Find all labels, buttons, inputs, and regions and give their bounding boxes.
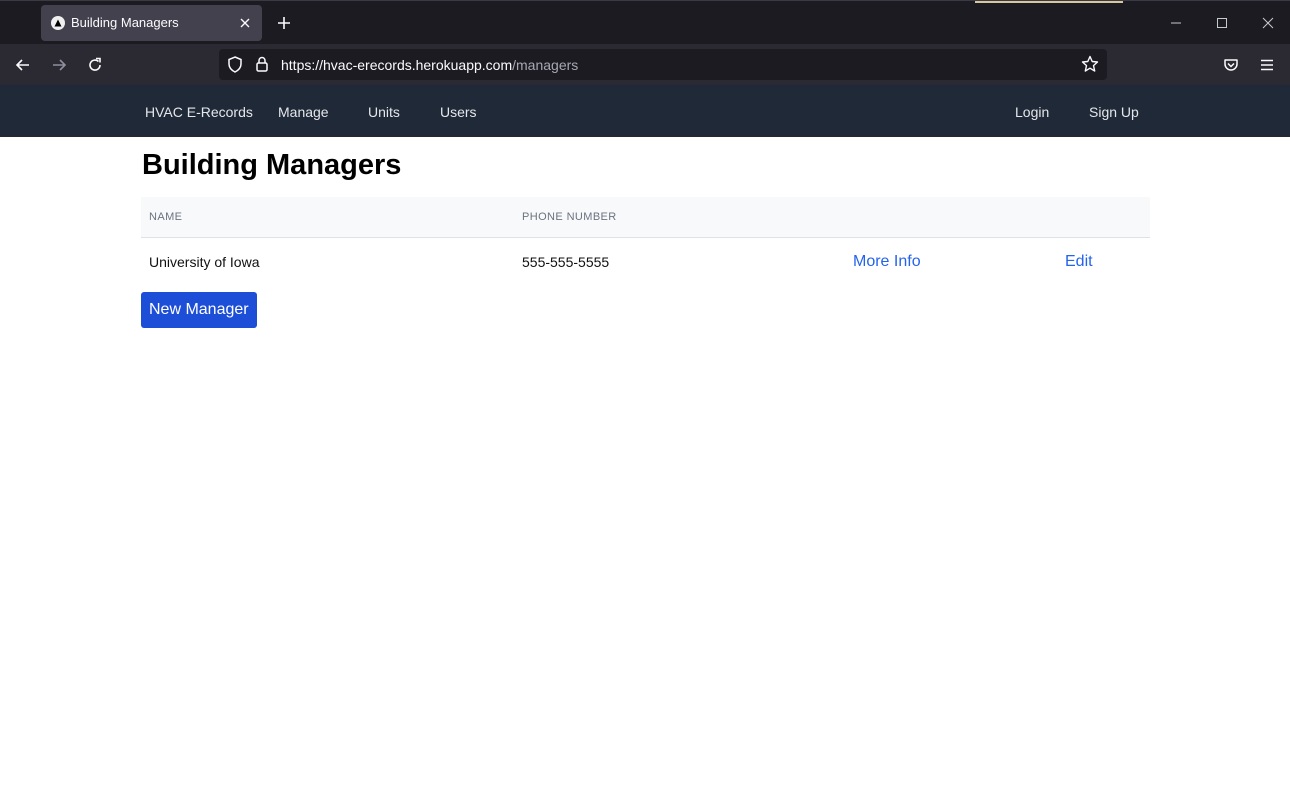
browser-tab[interactable]: Building Managers — [41, 5, 262, 41]
pocket-icon[interactable] — [1218, 52, 1244, 78]
column-header-name: NAME — [149, 211, 183, 223]
site-favicon-icon — [51, 16, 65, 30]
browser-window: Building Managers https://hvac-erecords.… — [0, 0, 1290, 803]
maximize-icon[interactable] — [1210, 11, 1234, 35]
hamburger-menu-icon[interactable] — [1254, 52, 1280, 78]
edit-link[interactable]: Edit — [1065, 253, 1093, 271]
reload-icon[interactable] — [82, 52, 108, 78]
tab-close-icon[interactable] — [236, 14, 254, 32]
url-host: https://hvac-erecords.herokuapp.com — [281, 57, 513, 73]
url-path: /managers — [512, 57, 579, 73]
new-manager-button[interactable]: New Manager — [141, 292, 257, 328]
nav-link-units[interactable]: Units — [368, 104, 400, 120]
column-header-phone: PHONE NUMBER — [522, 211, 617, 223]
site-navbar: HVAC E-Records Manage Units Users Login … — [0, 85, 1290, 137]
tracking-shield-icon[interactable] — [227, 56, 243, 78]
table-header: NAME PHONE NUMBER — [141, 197, 1150, 238]
more-info-link[interactable]: More Info — [853, 253, 921, 271]
window-close-icon[interactable] — [1256, 11, 1280, 35]
brand-link[interactable]: HVAC E-Records — [145, 104, 253, 120]
lock-icon[interactable] — [255, 56, 269, 77]
url-bar[interactable]: https://hvac-erecords.herokuapp.com/mana… — [219, 49, 1107, 80]
minimize-icon[interactable] — [1164, 11, 1188, 35]
nav-link-manage[interactable]: Manage — [278, 104, 329, 120]
tab-accent-line — [975, 1, 1123, 3]
page-title: Building Managers — [142, 149, 402, 181]
tab-title: Building Managers — [71, 15, 179, 30]
manager-phone: 555-555-5555 — [522, 254, 610, 270]
tab-strip: Building Managers — [0, 0, 1290, 44]
back-arrow-icon[interactable] — [10, 52, 36, 78]
new-tab-icon[interactable] — [272, 11, 296, 35]
url-text[interactable]: https://hvac-erecords.herokuapp.com/mana… — [281, 57, 578, 73]
forward-arrow-icon[interactable] — [46, 52, 72, 78]
manager-name: University of Iowa — [149, 254, 260, 270]
signup-link[interactable]: Sign Up — [1089, 104, 1139, 120]
nav-toolbar: https://hvac-erecords.herokuapp.com/mana… — [0, 44, 1290, 85]
bookmark-star-icon[interactable] — [1081, 55, 1099, 78]
table-row: University of Iowa 555-555-5555 More Inf… — [141, 238, 1150, 286]
login-link[interactable]: Login — [1015, 104, 1049, 120]
nav-link-users[interactable]: Users — [440, 104, 477, 120]
